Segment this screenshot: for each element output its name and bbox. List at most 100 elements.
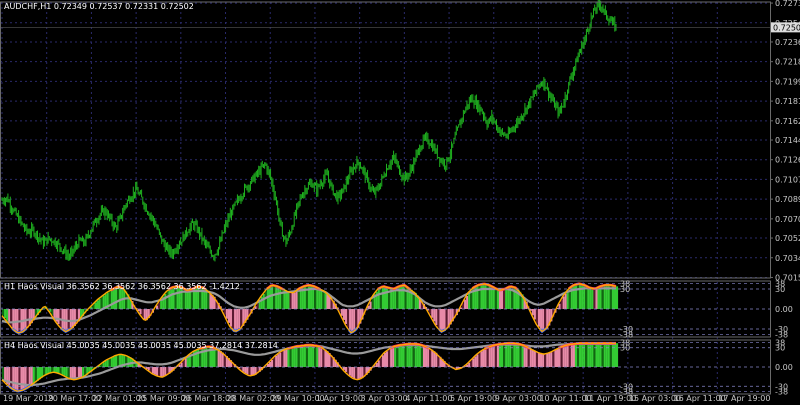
histogram-bar: [170, 288, 173, 309]
histogram-bar: [102, 362, 105, 367]
histogram-bar: [2, 367, 5, 380]
histogram-bar: [53, 309, 56, 319]
histogram-bar: [435, 309, 438, 326]
histogram-bar: [151, 367, 155, 374]
histogram-bar: [486, 347, 489, 367]
histogram-bar: [410, 343, 413, 367]
histogram-bar: [562, 346, 565, 367]
histogram-bar: [529, 348, 532, 367]
histogram-bar: [601, 343, 604, 367]
histogram-bar: [390, 348, 393, 367]
histogram-bar: [392, 347, 395, 367]
y-tick-label: 0.70525: [775, 234, 800, 243]
histogram-bar: [398, 345, 401, 367]
histogram-bar: [277, 286, 280, 309]
histogram-bar: [271, 359, 274, 367]
histogram-bar: [605, 343, 608, 367]
histogram-bar: [225, 309, 228, 319]
histogram-bar: [533, 309, 536, 320]
histogram-bar: [114, 355, 118, 367]
histogram-bar: [351, 309, 354, 333]
histogram-bar: [505, 343, 508, 367]
histogram-bar: [65, 367, 68, 377]
histogram-bar: [556, 349, 559, 367]
histogram-bar: [291, 292, 294, 309]
y-tick-label: 0.71810: [775, 97, 800, 106]
h4-indicator-title: H4 Haos Visual 45.0035 45.0035 45.0035 4…: [4, 341, 278, 350]
chart-canvas[interactable]: 19 Mar 201920 Mar 17:0022 Mar 01:0025 Ma…: [0, 0, 800, 405]
histogram-bar: [609, 343, 612, 367]
y-tick-label: 0.70890: [775, 195, 800, 204]
histogram-bar: [371, 297, 374, 309]
level-label: 30: [775, 285, 785, 294]
histogram-bar: [236, 309, 239, 332]
histogram-bar: [266, 288, 270, 309]
histogram-bar: [394, 288, 397, 309]
histogram-bar: [474, 356, 477, 367]
x-tick-label: 4 Apr 11:00: [405, 394, 452, 403]
histogram-bar: [550, 352, 553, 367]
histogram-bar: [472, 358, 475, 367]
histogram-bar: [149, 367, 152, 373]
histogram-bar: [517, 343, 520, 367]
histogram-bar: [437, 309, 440, 328]
histogram-bar: [293, 347, 296, 367]
histogram-bar: [186, 290, 189, 309]
histogram-bar: [324, 291, 327, 309]
histogram-bar: [476, 354, 479, 367]
histogram-bar: [593, 343, 596, 367]
histogram-bar: [464, 299, 467, 309]
histogram-bar: [478, 352, 481, 367]
histogram-bar: [562, 296, 565, 309]
histogram-bar: [511, 343, 514, 367]
price-bars: [0, 0, 770, 262]
x-tick-label: 5 Apr 19:00: [450, 394, 497, 403]
histogram-bar: [279, 352, 282, 367]
histogram-bar: [320, 347, 323, 367]
histogram-bar: [576, 284, 580, 309]
histogram-bar: [492, 286, 495, 309]
histogram-bar: [301, 345, 304, 367]
y-tick-label: 0.71075: [775, 175, 800, 184]
histogram-bar: [381, 286, 384, 309]
histogram-bar: [349, 367, 352, 376]
histogram-bar: [611, 343, 614, 367]
grid: [0, 2, 770, 394]
histogram-bar: [531, 349, 534, 367]
histogram-bar: [273, 357, 276, 367]
histogram-bar: [227, 309, 230, 323]
histogram-bar: [466, 295, 469, 309]
histogram-bar: [289, 348, 292, 367]
histogram-bar: [383, 352, 387, 367]
histogram-bar: [273, 285, 276, 309]
histogram-bar: [525, 346, 528, 367]
histogram-bar: [299, 345, 302, 367]
histogram-bar: [110, 357, 113, 367]
histogram-bar: [318, 288, 321, 309]
histogram-bar: [108, 358, 111, 367]
histogram-bar: [416, 344, 419, 367]
histogram-bar: [357, 367, 360, 380]
histogram-bar: [501, 344, 504, 367]
histogram-bar: [523, 345, 526, 367]
histogram-bar: [346, 309, 350, 328]
histogram-bar: [402, 344, 405, 367]
histogram-bar: [482, 283, 485, 309]
h1-indicator-title: H1 Haos Visual 36.3562 36.3562 36.3562 3…: [4, 282, 240, 291]
histogram-bar: [513, 343, 516, 367]
histogram-bar: [106, 359, 109, 367]
histogram-bar: [100, 297, 103, 309]
histogram-bar: [279, 287, 282, 309]
histogram-bar: [507, 343, 510, 367]
histogram-bar: [139, 309, 142, 315]
histogram-bar: [297, 346, 300, 367]
histogram-bar: [281, 288, 284, 309]
histogram-bar: [164, 294, 167, 309]
histogram-bar: [51, 309, 54, 316]
histogram-bar: [2, 309, 5, 316]
histogram-bar: [158, 367, 161, 377]
histogram-bar: [607, 343, 610, 367]
histogram-bar: [281, 351, 284, 367]
histogram-bar: [429, 348, 432, 367]
histogram-bar: [12, 367, 15, 389]
